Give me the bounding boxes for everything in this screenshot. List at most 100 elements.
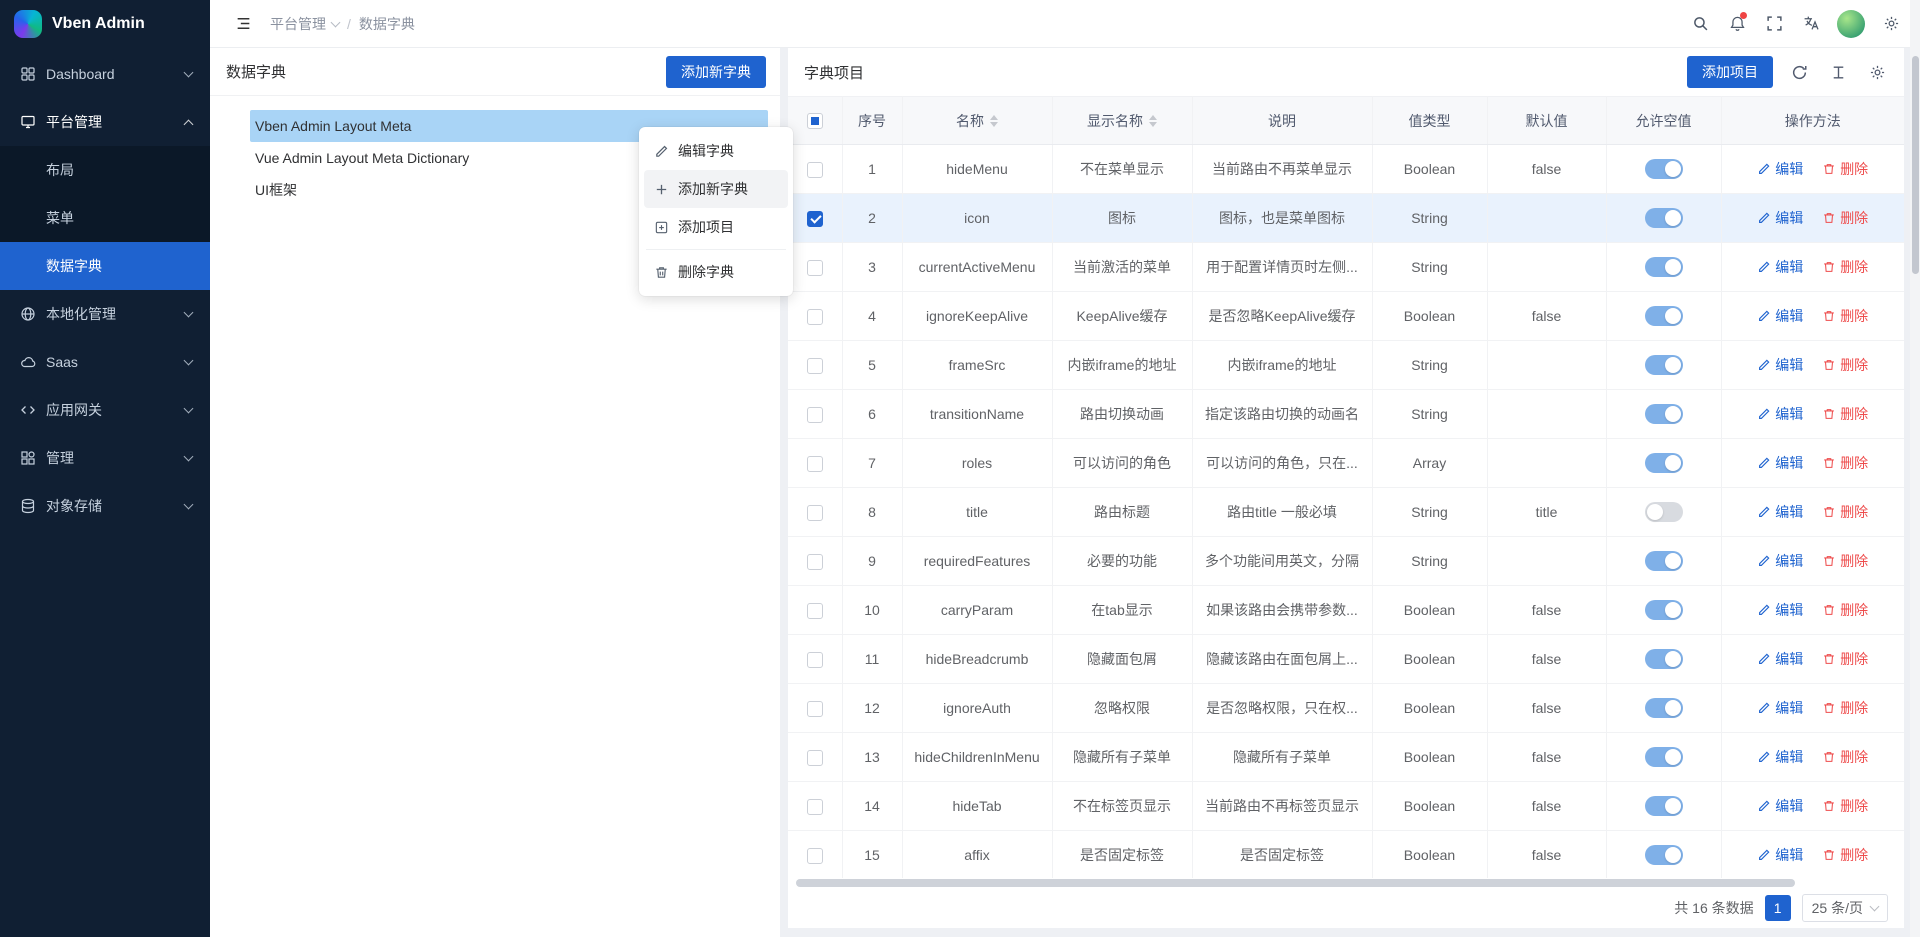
sidebar-item-gateway[interactable]: 应用网关 — [0, 386, 210, 434]
table-row[interactable]: 15 affix 是否固定标签 是否固定标签 Boolean false 编辑 … — [788, 831, 1904, 879]
edit-button[interactable]: 编辑 — [1757, 355, 1803, 375]
delete-button[interactable]: 删除 — [1822, 257, 1868, 277]
allow-empty-toggle[interactable] — [1645, 796, 1683, 816]
sidebar-item-layout[interactable]: 布局 — [0, 146, 210, 194]
row-checkbox[interactable] — [807, 750, 823, 766]
edit-button[interactable]: 编辑 — [1757, 649, 1803, 669]
edit-button[interactable]: 编辑 — [1757, 453, 1803, 473]
delete-button[interactable]: 删除 — [1822, 159, 1868, 179]
delete-button[interactable]: 删除 — [1822, 845, 1868, 865]
row-checkbox[interactable] — [807, 309, 823, 325]
edit-button[interactable]: 编辑 — [1757, 208, 1803, 228]
table-row[interactable]: 2 icon 图标 图标，也是菜单图标 String 编辑 删除 — [788, 194, 1904, 243]
select-all-checkbox[interactable] — [807, 113, 823, 129]
edit-button[interactable]: 编辑 — [1757, 404, 1803, 424]
table-row[interactable]: 12 ignoreAuth 忽略权限 是否忽略权限，只在权... Boolean… — [788, 684, 1904, 733]
edit-button[interactable]: 编辑 — [1757, 698, 1803, 718]
row-checkbox[interactable] — [807, 456, 823, 472]
table-settings-gear-icon[interactable] — [1864, 59, 1890, 85]
sidebar-item-manage[interactable]: 管理 — [0, 434, 210, 482]
header-cell-display-name[interactable]: 显示名称 — [1052, 97, 1192, 145]
sort-icons[interactable] — [1149, 115, 1157, 127]
edit-button[interactable]: 编辑 — [1757, 257, 1803, 277]
table-row[interactable]: 9 requiredFeatures 必要的功能 多个功能间用英文，分隔 Str… — [788, 537, 1904, 586]
allow-empty-toggle[interactable] — [1645, 649, 1683, 669]
context-menu-add-item[interactable]: 添加项目 — [644, 208, 788, 246]
breadcrumb-parent[interactable]: 平台管理 — [270, 14, 339, 34]
sort-icons[interactable] — [990, 115, 998, 127]
delete-button[interactable]: 删除 — [1822, 698, 1868, 718]
sidebar-item-menu[interactable]: 菜单 — [0, 194, 210, 242]
row-checkbox[interactable] — [807, 211, 823, 227]
logo[interactable]: Vben Admin — [0, 0, 210, 48]
row-checkbox[interactable] — [807, 358, 823, 374]
pagination-page-1[interactable]: 1 — [1765, 895, 1791, 921]
edit-button[interactable]: 编辑 — [1757, 747, 1803, 767]
row-checkbox[interactable] — [807, 799, 823, 815]
sidebar-item-platform[interactable]: 平台管理 — [0, 98, 210, 146]
horizontal-scrollbar[interactable] — [791, 878, 1901, 888]
delete-button[interactable]: 删除 — [1822, 600, 1868, 620]
user-avatar[interactable] — [1837, 10, 1865, 38]
table-row[interactable]: 10 carryParam 在tab显示 如果该路由会携带参数... Boole… — [788, 586, 1904, 635]
allow-empty-toggle[interactable] — [1645, 600, 1683, 620]
edit-button[interactable]: 编辑 — [1757, 159, 1803, 179]
allow-empty-toggle[interactable] — [1645, 747, 1683, 767]
delete-button[interactable]: 删除 — [1822, 306, 1868, 326]
edit-button[interactable]: 编辑 — [1757, 502, 1803, 522]
table-row[interactable]: 5 frameSrc 内嵌iframe的地址 内嵌iframe的地址 Strin… — [788, 341, 1904, 390]
row-checkbox[interactable] — [807, 505, 823, 521]
edit-button[interactable]: 编辑 — [1757, 306, 1803, 326]
edit-button[interactable]: 编辑 — [1757, 845, 1803, 865]
row-checkbox[interactable] — [807, 848, 823, 864]
delete-button[interactable]: 删除 — [1822, 355, 1868, 375]
allow-empty-toggle[interactable] — [1645, 355, 1683, 375]
notifications-bell-icon[interactable] — [1722, 9, 1752, 39]
sidebar-item-storage[interactable]: 对象存储 — [0, 482, 210, 530]
delete-button[interactable]: 删除 — [1822, 208, 1868, 228]
table-row[interactable]: 13 hideChildrenInMenu 隐藏所有子菜单 隐藏所有子菜单 Bo… — [788, 733, 1904, 782]
collapse-sidebar-icon[interactable] — [228, 9, 258, 39]
search-icon[interactable] — [1685, 9, 1715, 39]
settings-gear-icon[interactable] — [1876, 9, 1906, 39]
delete-button[interactable]: 删除 — [1822, 404, 1868, 424]
page-size-select[interactable]: 25 条/页 — [1802, 894, 1888, 922]
delete-button[interactable]: 删除 — [1822, 649, 1868, 669]
translate-icon[interactable] — [1796, 9, 1826, 39]
table-row[interactable]: 6 transitionName 路由切换动画 指定该路由切换的动画名 Stri… — [788, 390, 1904, 439]
table-row[interactable]: 11 hideBreadcrumb 隐藏面包屑 隐藏该路由在面包屑上... Bo… — [788, 635, 1904, 684]
row-checkbox[interactable] — [807, 603, 823, 619]
row-height-icon[interactable] — [1825, 59, 1851, 85]
allow-empty-toggle[interactable] — [1645, 502, 1683, 522]
sidebar-item-data-dictionary[interactable]: 数据字典 — [0, 242, 210, 290]
row-checkbox[interactable] — [807, 260, 823, 276]
allow-empty-toggle[interactable] — [1645, 159, 1683, 179]
delete-button[interactable]: 删除 — [1822, 551, 1868, 571]
allow-empty-toggle[interactable] — [1645, 698, 1683, 718]
page-scrollbar[interactable] — [1910, 0, 1920, 937]
allow-empty-toggle[interactable] — [1645, 306, 1683, 326]
table-row[interactable]: 4 ignoreKeepAlive KeepAlive缓存 是否忽略KeepAl… — [788, 292, 1904, 341]
table-row[interactable]: 3 currentActiveMenu 当前激活的菜单 用于配置详情页时左侧..… — [788, 243, 1904, 292]
edit-button[interactable]: 编辑 — [1757, 551, 1803, 571]
row-checkbox[interactable] — [807, 701, 823, 717]
allow-empty-toggle[interactable] — [1645, 404, 1683, 424]
fullscreen-icon[interactable] — [1759, 9, 1789, 39]
page-scrollbar-thumb[interactable] — [1912, 56, 1919, 274]
sidebar-item-dashboard[interactable]: Dashboard — [0, 50, 210, 98]
delete-button[interactable]: 删除 — [1822, 453, 1868, 473]
header-cell-name[interactable]: 名称 — [902, 97, 1052, 145]
context-menu-delete-dictionary[interactable]: 删除字典 — [644, 253, 788, 291]
edit-button[interactable]: 编辑 — [1757, 600, 1803, 620]
allow-empty-toggle[interactable] — [1645, 257, 1683, 277]
context-menu-add-dictionary[interactable]: 添加新字典 — [644, 170, 788, 208]
delete-button[interactable]: 删除 — [1822, 747, 1868, 767]
add-item-button[interactable]: 添加项目 — [1687, 56, 1773, 88]
sidebar-item-saas[interactable]: Saas — [0, 338, 210, 386]
table-row[interactable]: 1 hideMenu 不在菜单显示 当前路由不再菜单显示 Boolean fal… — [788, 145, 1904, 194]
table-row[interactable]: 7 roles 可以访问的角色 可以访问的角色，只在... Array 编辑 删… — [788, 439, 1904, 488]
refresh-icon[interactable] — [1786, 59, 1812, 85]
table-row[interactable]: 14 hideTab 不在标签页显示 当前路由不再标签页显示 Boolean f… — [788, 782, 1904, 831]
add-dictionary-button[interactable]: 添加新字典 — [666, 56, 766, 88]
table-row[interactable]: 8 title 路由标题 路由title 一般必填 String title 编… — [788, 488, 1904, 537]
